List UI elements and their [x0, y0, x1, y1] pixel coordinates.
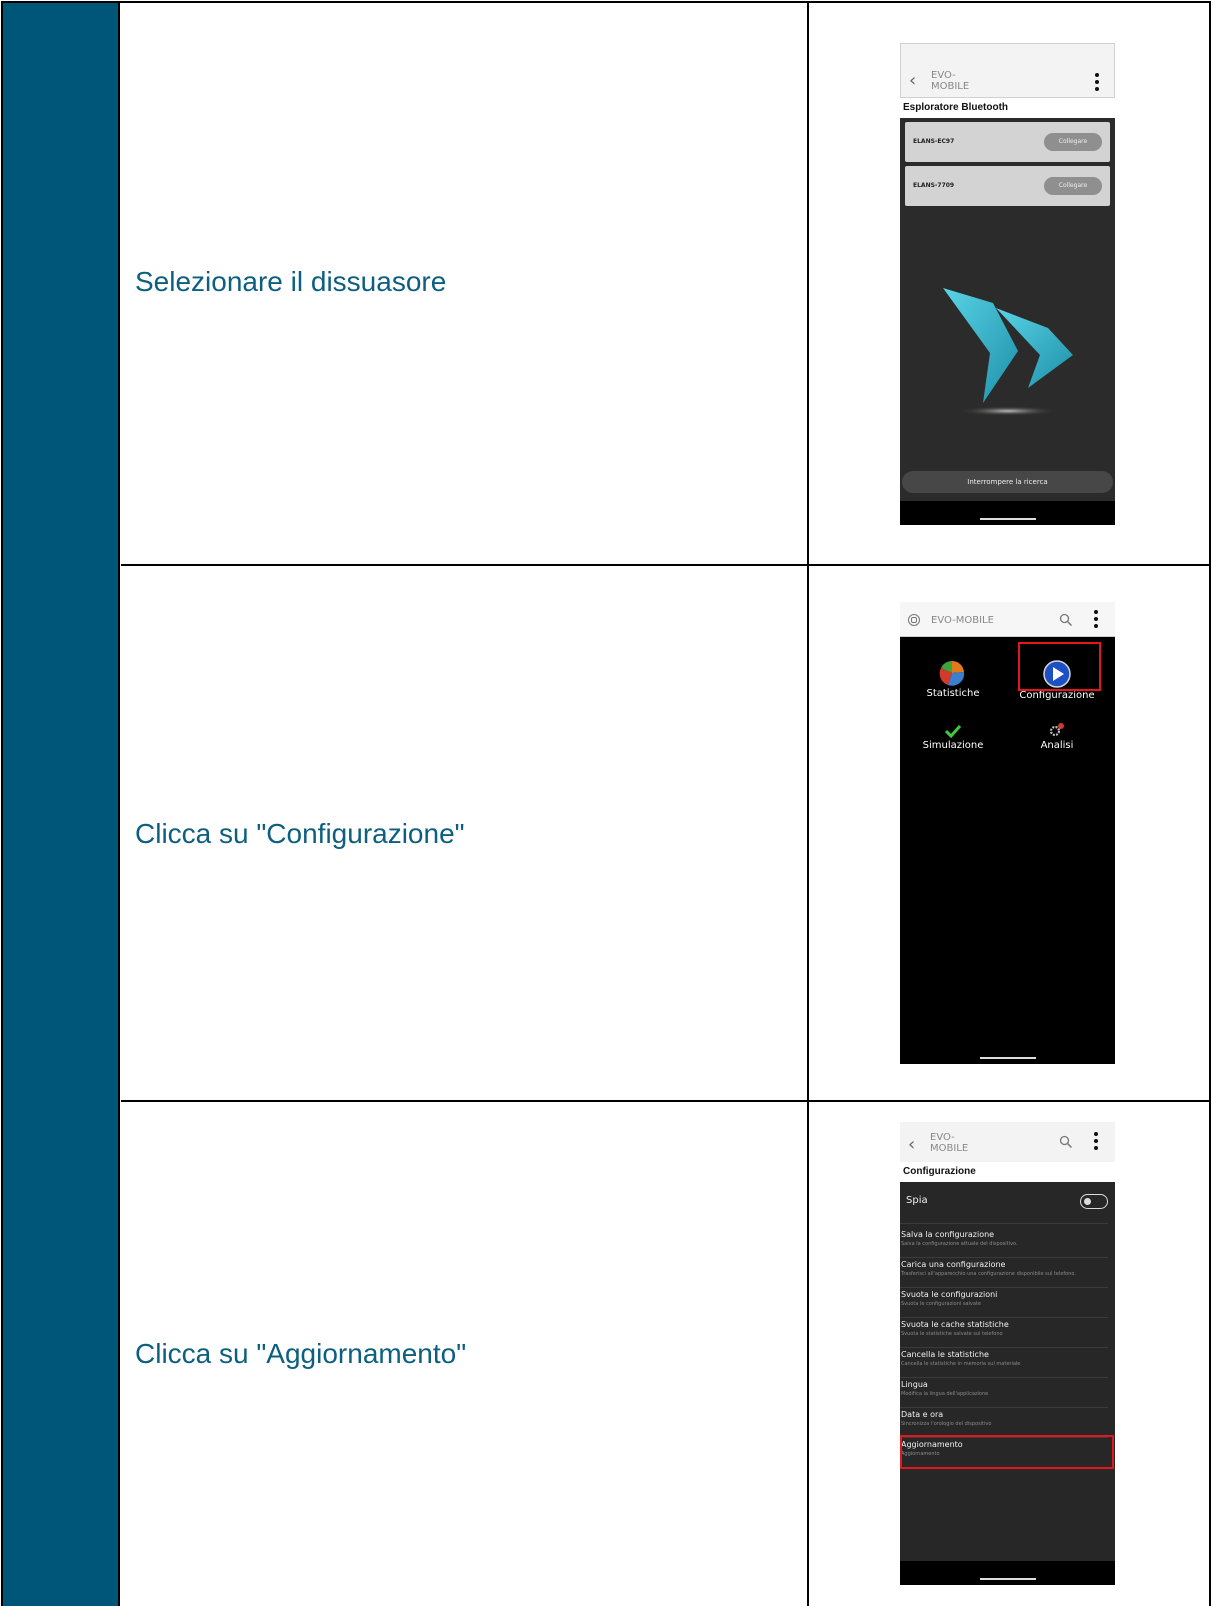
highlight-box: [900, 1435, 1114, 1469]
app-name: EVO-MOBILE: [931, 615, 994, 626]
search-icon[interactable]: [1059, 613, 1073, 627]
system-nav-bar: [900, 501, 1115, 525]
setting-description: Svuota le statistiche salvate sul telefo…: [901, 1331, 1003, 1337]
device-name: ELANS-7709: [913, 182, 955, 189]
back-arrow-icon[interactable]: ‹: [909, 72, 916, 90]
setting-item[interactable]: Svuota le cache statistiche Svuota le st…: [900, 1318, 1108, 1348]
setting-title: Data e ora: [901, 1410, 944, 1419]
main-menu-screenshot: EVO-MOBILE Statistiche Configurazione Si…: [900, 602, 1115, 1064]
overflow-menu-icon[interactable]: [1094, 1132, 1098, 1150]
search-icon[interactable]: [1059, 1135, 1073, 1149]
setting-description: Modifica la lingua dell'applicazione: [901, 1391, 989, 1397]
toggle-label: Spia: [906, 1195, 928, 1206]
setting-title: Cancella le statistiche: [901, 1350, 989, 1359]
system-nav-bar: [900, 1040, 1115, 1064]
system-nav-bar: [900, 1561, 1115, 1585]
step-label: Clicca su "Configurazione": [135, 818, 465, 849]
setting-description: Sincronizza l'orologio del dispositivo: [901, 1421, 992, 1427]
setting-description: Salva la configurazione attuale del disp…: [901, 1241, 1018, 1247]
screen-title: Configurazione: [900, 1162, 1115, 1182]
connect-button[interactable]: Collegare: [1044, 177, 1102, 195]
setting-description: Svuota le configurazioni salvate: [901, 1301, 981, 1307]
setting-title: Svuota le configurazioni: [901, 1290, 998, 1299]
app-bar: EVO-MOBILE: [900, 602, 1115, 637]
setting-description: Cancella le statistiche in memoria sul m…: [901, 1361, 1021, 1367]
bluetooth-explorer-screenshot: ‹ EVO- MOBILE Esploratore Bluetooth ELAN…: [900, 43, 1115, 525]
app-logo-icon: [908, 614, 920, 626]
highlight-box: [1018, 642, 1101, 691]
app-bar: ‹ EVO- MOBILE: [900, 1122, 1115, 1162]
tile-label: Simulazione: [922, 740, 984, 751]
setting-item[interactable]: Salva la configurazione Salva la configu…: [900, 1228, 1108, 1258]
tile-statistiche[interactable]: Statistiche: [908, 660, 998, 699]
home-indicator[interactable]: [979, 1057, 1036, 1059]
setting-title: Svuota le cache statistiche: [901, 1320, 1009, 1329]
tile-label: Analisi: [1040, 740, 1074, 751]
setting-title: Carica una configurazione: [901, 1260, 1006, 1269]
column-divider: [807, 566, 809, 1100]
app-name: EVO- MOBILE: [930, 1132, 969, 1154]
pie-chart-icon: [939, 660, 965, 686]
column-divider: [807, 1102, 809, 1606]
setting-item[interactable]: Data e ora Sincronizza l'orologio del di…: [900, 1408, 1108, 1438]
tile-label: Statistiche: [926, 688, 980, 699]
setting-title: Salva la configurazione: [901, 1230, 995, 1239]
device-card[interactable]: ELANS-7709 Collegare: [905, 166, 1110, 206]
step-label: Selezionare il dissuasore: [135, 266, 447, 297]
back-arrow-icon[interactable]: ‹: [908, 1136, 915, 1154]
screen-title: Esploratore Bluetooth: [900, 98, 1115, 118]
spia-toggle[interactable]: [1080, 1194, 1108, 1209]
device-card[interactable]: ELANS-EC97 Collegare: [905, 122, 1110, 162]
connect-button[interactable]: Collegare: [1044, 133, 1102, 151]
setting-description: Trasferisci all'apparecchio una configur…: [901, 1271, 1076, 1277]
step-label: Clicca su "Aggiornamento": [135, 1338, 467, 1369]
home-indicator[interactable]: [979, 518, 1036, 520]
sidebar-column: [1, 1, 120, 1606]
tile-simulazione[interactable]: Simulazione: [908, 724, 998, 751]
setting-item[interactable]: Lingua Modifica la lingua dell'applicazi…: [900, 1378, 1108, 1408]
tile-label: Configurazione: [1019, 690, 1095, 701]
checkmark-icon: [945, 724, 961, 738]
app-name: EVO- MOBILE: [931, 70, 970, 92]
gears-icon: [1049, 723, 1064, 737]
overflow-menu-icon[interactable]: [1094, 610, 1098, 628]
stop-search-button[interactable]: Interrompere la ricerca: [902, 471, 1113, 493]
tile-analisi[interactable]: Analisi: [1012, 722, 1102, 751]
home-indicator[interactable]: [979, 1578, 1036, 1580]
instruction-table: Selezionare il dissuasore ‹ EVO- MOBILE …: [0, 0, 1212, 1606]
overflow-menu-icon[interactable]: [1095, 73, 1099, 91]
configuration-screenshot: ‹ EVO- MOBILE Configurazione Spia Salva …: [900, 1122, 1115, 1585]
setting-item[interactable]: Cancella le statistiche Cancella le stat…: [900, 1348, 1108, 1378]
divider: [900, 1223, 1108, 1224]
device-name: ELANS-EC97: [913, 138, 955, 145]
column-divider: [807, 1, 809, 564]
app-bar: ‹ EVO- MOBILE: [900, 43, 1115, 98]
setting-item[interactable]: Carica una configurazione Trasferisci al…: [900, 1258, 1108, 1288]
evo-logo-icon: [943, 288, 1073, 416]
setting-title: Lingua: [901, 1380, 928, 1389]
setting-item[interactable]: Svuota le configurazioni Svuota le confi…: [900, 1288, 1108, 1318]
